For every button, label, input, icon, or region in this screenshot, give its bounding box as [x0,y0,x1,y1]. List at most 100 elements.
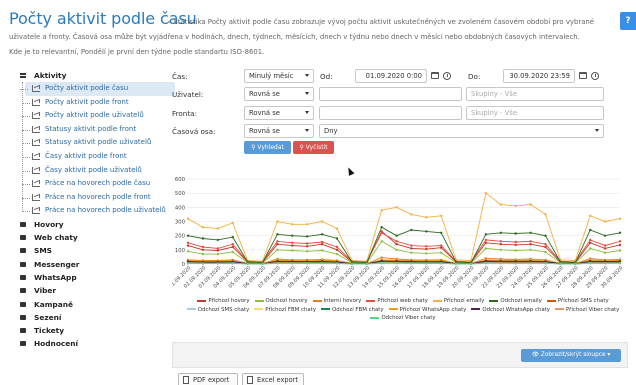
data-point [484,262,488,265]
data-point [335,248,339,251]
fronta-mode-select[interactable]: Rovná se [244,106,314,120]
calendar-icon[interactable] [579,72,587,79]
od-date-input[interactable]: 01.09.2020 0:00 [355,69,427,83]
chevron-down-icon [305,129,309,132]
y-tick-label: 100 [175,248,186,254]
legend-label: Příchozí FBM chaty [265,306,317,313]
tree-category-aktivity[interactable]: Aktivity [13,69,165,82]
clear-button[interactable]: ⚲ Vyčistit [293,141,334,154]
tree-category-messenger[interactable]: Messenger [13,258,165,271]
data-point [216,262,219,265]
legend-item[interactable]: Odchozí Viber chaty [370,314,436,323]
tree-item-pocty-aktivit-podle-casu[interactable]: Počty aktivit podle času [20,82,175,96]
toggle-columns-button[interactable]: 👁 Zobrazit/skrýt sloupce ▾ [521,349,621,362]
expand-plus-icon[interactable] [20,221,26,227]
data-point [589,228,592,232]
osa-mode-select[interactable]: Rovná se [244,124,314,138]
data-point [410,262,413,265]
legend-item[interactable]: Příchozí WhatsApp chaty [388,306,466,315]
pdf-export-button[interactable]: PDF export [178,373,238,385]
data-point [231,250,234,254]
expand-plus-icon[interactable] [20,328,26,334]
expand-plus-icon[interactable] [20,341,26,347]
data-point [618,240,622,243]
data-point [440,251,443,254]
fronta-groups-input[interactable]: Skupiny - Vše [466,106,604,120]
tree-category-sms[interactable]: SMS [13,244,165,257]
legend-item[interactable]: Odchozí WhatsApp chaty [471,306,550,315]
legend-item[interactable]: Odchozí FBM chaty [321,306,384,315]
tree-item-prace-na-hovorech-podle-casu[interactable]: Práce na hovorech podle času [22,177,165,191]
legend-item[interactable]: Odchozí hovory [254,297,308,306]
data-point [454,262,458,266]
do-date-input[interactable]: 30.09.2020 23:59 [503,69,575,83]
tree-category-sezeni[interactable]: Sezení [13,311,165,324]
search-button[interactable]: ⚲ Vyhledat [244,141,291,154]
tree-category-tickety[interactable]: Tickety [13,324,165,337]
page-description: » Statistika Počty aktivit podle času zo… [9,15,621,60]
data-point [395,248,398,251]
excel-export-button[interactable]: Excel export [242,373,304,385]
expand-plus-icon[interactable] [20,301,26,307]
legend-item[interactable]: Příchozí SMS chaty [546,297,609,306]
tree-item-pocty-aktivit-podle-front[interactable]: Počty aktivit podle front [22,96,165,110]
data-point [320,243,324,246]
expand-minus-icon[interactable] [20,73,26,78]
tree-item-casy-aktivit-podle-uzivatelu[interactable]: Časy aktivit podle uživatelů [22,164,165,178]
legend-label: Příchozí web chaty [377,298,428,304]
tree-item-prace-na-hovorech-podle-uzivatelu[interactable]: Práce na hovorech podle uživatelů [22,204,166,218]
osa-select-value: Dny [324,127,338,135]
legend-swatch [370,316,380,319]
tree-item-prace-na-hovorech-podle-front[interactable]: Práce na hovorech podle front [22,191,165,205]
calendar-icon[interactable] [431,72,439,79]
osa-value-select[interactable]: Dny [319,124,604,138]
tree-item-label: Statusy aktivit podle front [45,124,137,133]
tree-category-label: SMS [34,246,53,256]
tree-category-hovory[interactable]: Hovory [13,218,165,231]
data-point [499,231,502,234]
legend-item[interactable]: Interní hovory [312,297,361,306]
uzivatel-mode-select[interactable]: Rovná se [244,87,314,101]
legend-item[interactable]: Příchozí web chaty [366,297,428,306]
pdf-file-icon [183,376,189,384]
expand-plus-icon[interactable] [20,288,26,294]
legend-item[interactable]: Příchozí Viber chaty [554,306,619,315]
clock-icon[interactable] [591,72,599,80]
uzivatel-input[interactable] [319,87,462,101]
data-point [425,262,428,265]
tree-item-statusy-aktivit-podle-front[interactable]: Statusy aktivit podle front [22,123,165,137]
tree-category-hodnoceni[interactable]: Hodnocení [13,337,165,350]
uzivatel-groups-input[interactable]: Skupiny - Vše [466,87,604,101]
tree-category-web-chaty[interactable]: Web chaty [13,231,165,244]
data-point [276,262,279,265]
tree-category-whatsapp[interactable]: WhatsApp [13,271,165,284]
tree-item-pocty-aktivit-podle-uzivatelu[interactable]: Počty aktivit podle uživatelů [22,109,165,123]
legend-item[interactable]: Příchozí hovory [197,297,250,306]
expand-plus-icon[interactable] [20,248,26,254]
tree-item-statusy-aktivit-podle-uzivatelu[interactable]: Statusy aktivit podle uživatelů [22,136,165,150]
legend-item[interactable]: Odchozí SMS chaty [186,306,249,315]
data-point [395,262,398,265]
tree-item-casy-aktivit-podle-front[interactable]: Časy aktivit podle front [22,150,165,164]
chevron-down-icon [305,92,309,95]
legend-swatch [197,299,207,302]
fronta-input[interactable] [319,106,462,120]
cas-select[interactable]: Minulý měsíc [244,69,314,83]
tree-category-viber[interactable]: Viber [13,284,165,297]
expand-plus-icon[interactable] [20,261,26,267]
line-chart-icon [32,180,40,188]
data-point [574,262,577,266]
legend-item[interactable]: Odchozí emaily [489,297,542,306]
uzivatel-mode-value: Rovná se [249,90,280,98]
data-point [276,240,279,243]
line-chart-icon [32,112,40,120]
clock-icon[interactable] [443,72,451,80]
expand-plus-icon[interactable] [20,314,26,320]
legend-item[interactable]: Příchozí emaily [432,297,484,306]
data-point [320,220,324,223]
expand-plus-icon[interactable] [20,235,26,241]
tree-category-kampane[interactable]: Kampaně [13,298,165,311]
expand-plus-icon[interactable] [20,274,26,280]
legend-item[interactable]: Příchozí FBM chaty [254,306,316,315]
help-button[interactable]: ? [620,12,636,30]
